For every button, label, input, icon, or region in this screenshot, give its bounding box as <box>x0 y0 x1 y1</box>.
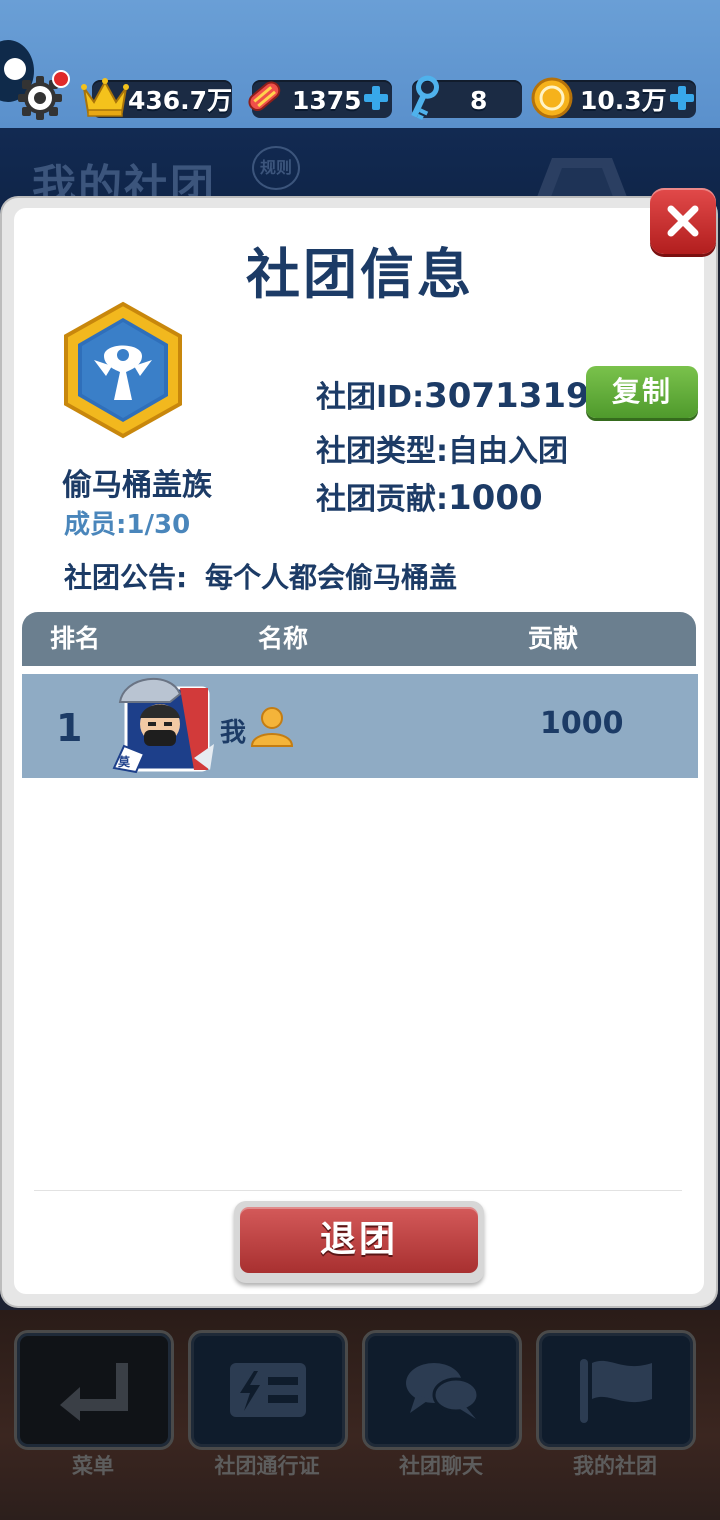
key-value: 8 <box>470 86 488 115</box>
quit-club-button[interactable]: 退团 <box>234 1201 484 1283</box>
return-arrow-icon <box>60 1363 128 1421</box>
skateboard-value: 1375 <box>292 86 362 115</box>
row-contribution: 1000 <box>540 706 624 741</box>
club-notice-label: 社团公告: <box>64 561 188 594</box>
club-id-label: 社团ID: <box>316 380 425 415</box>
notification-dot <box>52 70 70 88</box>
copy-id-button[interactable]: 复制 <box>586 366 698 418</box>
club-contribution-label: 社团贡献: <box>316 482 448 517</box>
nav-menu-button[interactable] <box>14 1330 174 1450</box>
nav-menu-label: 菜单 <box>72 1454 114 1478</box>
club-notice-text: 每个人都会偷马桶盖 <box>204 561 457 594</box>
player-avatar[interactable]: 莫 <box>110 672 216 774</box>
chat-bubbles-icon <box>406 1363 480 1419</box>
club-contribution-value: 1000 <box>448 478 543 518</box>
club-name: 偷马桶盖族 <box>62 468 212 503</box>
nav-club-chat-button[interactable] <box>362 1330 522 1450</box>
header-name: 名称 <box>258 624 309 653</box>
member-table-header <box>22 612 696 666</box>
row-rank: 1 <box>56 706 83 750</box>
coin-icon <box>531 77 573 119</box>
key-icon <box>411 75 439 121</box>
add-skateboards-plus-icon[interactable] <box>362 84 390 112</box>
nav-my-club-label: 我的社团 <box>573 1454 657 1478</box>
header-rank: 排名 <box>50 624 101 653</box>
flag-icon <box>580 1359 652 1423</box>
crown-value: 436.7万 <box>128 86 233 115</box>
rules-button[interactable]: 规则 <box>252 146 300 190</box>
self-user-icon <box>250 707 294 747</box>
coin-value: 10.3万 <box>580 86 667 115</box>
club-type-line: 社团类型:自由入团 <box>316 434 568 469</box>
nav-club-pass-label: 社团通行证 <box>214 1454 320 1478</box>
svg-text:莫: 莫 <box>118 754 131 769</box>
pass-card-icon <box>230 1363 306 1417</box>
club-notice: 社团公告: 每个人都会偷马桶盖 <box>64 556 457 596</box>
nav-club-pass-button[interactable] <box>188 1330 348 1450</box>
nav-my-club-button[interactable] <box>536 1330 696 1450</box>
club-id-line: 社团ID:3071319 <box>316 372 590 416</box>
row-player-name: 我 <box>220 718 247 748</box>
header-contribution: 贡献 <box>528 624 579 653</box>
club-id-value: 3071319 <box>424 376 590 416</box>
nav-club-chat-label: 社团聊天 <box>399 1454 483 1478</box>
modal-title: 社团信息 <box>246 243 474 306</box>
club-emblem-icon <box>64 301 182 439</box>
quit-club-label: 退团 <box>240 1207 478 1273</box>
crown-icon <box>81 78 129 117</box>
member-count: 成员:1/30 <box>64 510 191 540</box>
footer-divider <box>34 1190 682 1191</box>
skateboard-icon <box>248 81 281 112</box>
club-contribution-line: 社团贡献:1000 <box>316 474 543 518</box>
add-coins-plus-icon[interactable] <box>668 84 696 112</box>
